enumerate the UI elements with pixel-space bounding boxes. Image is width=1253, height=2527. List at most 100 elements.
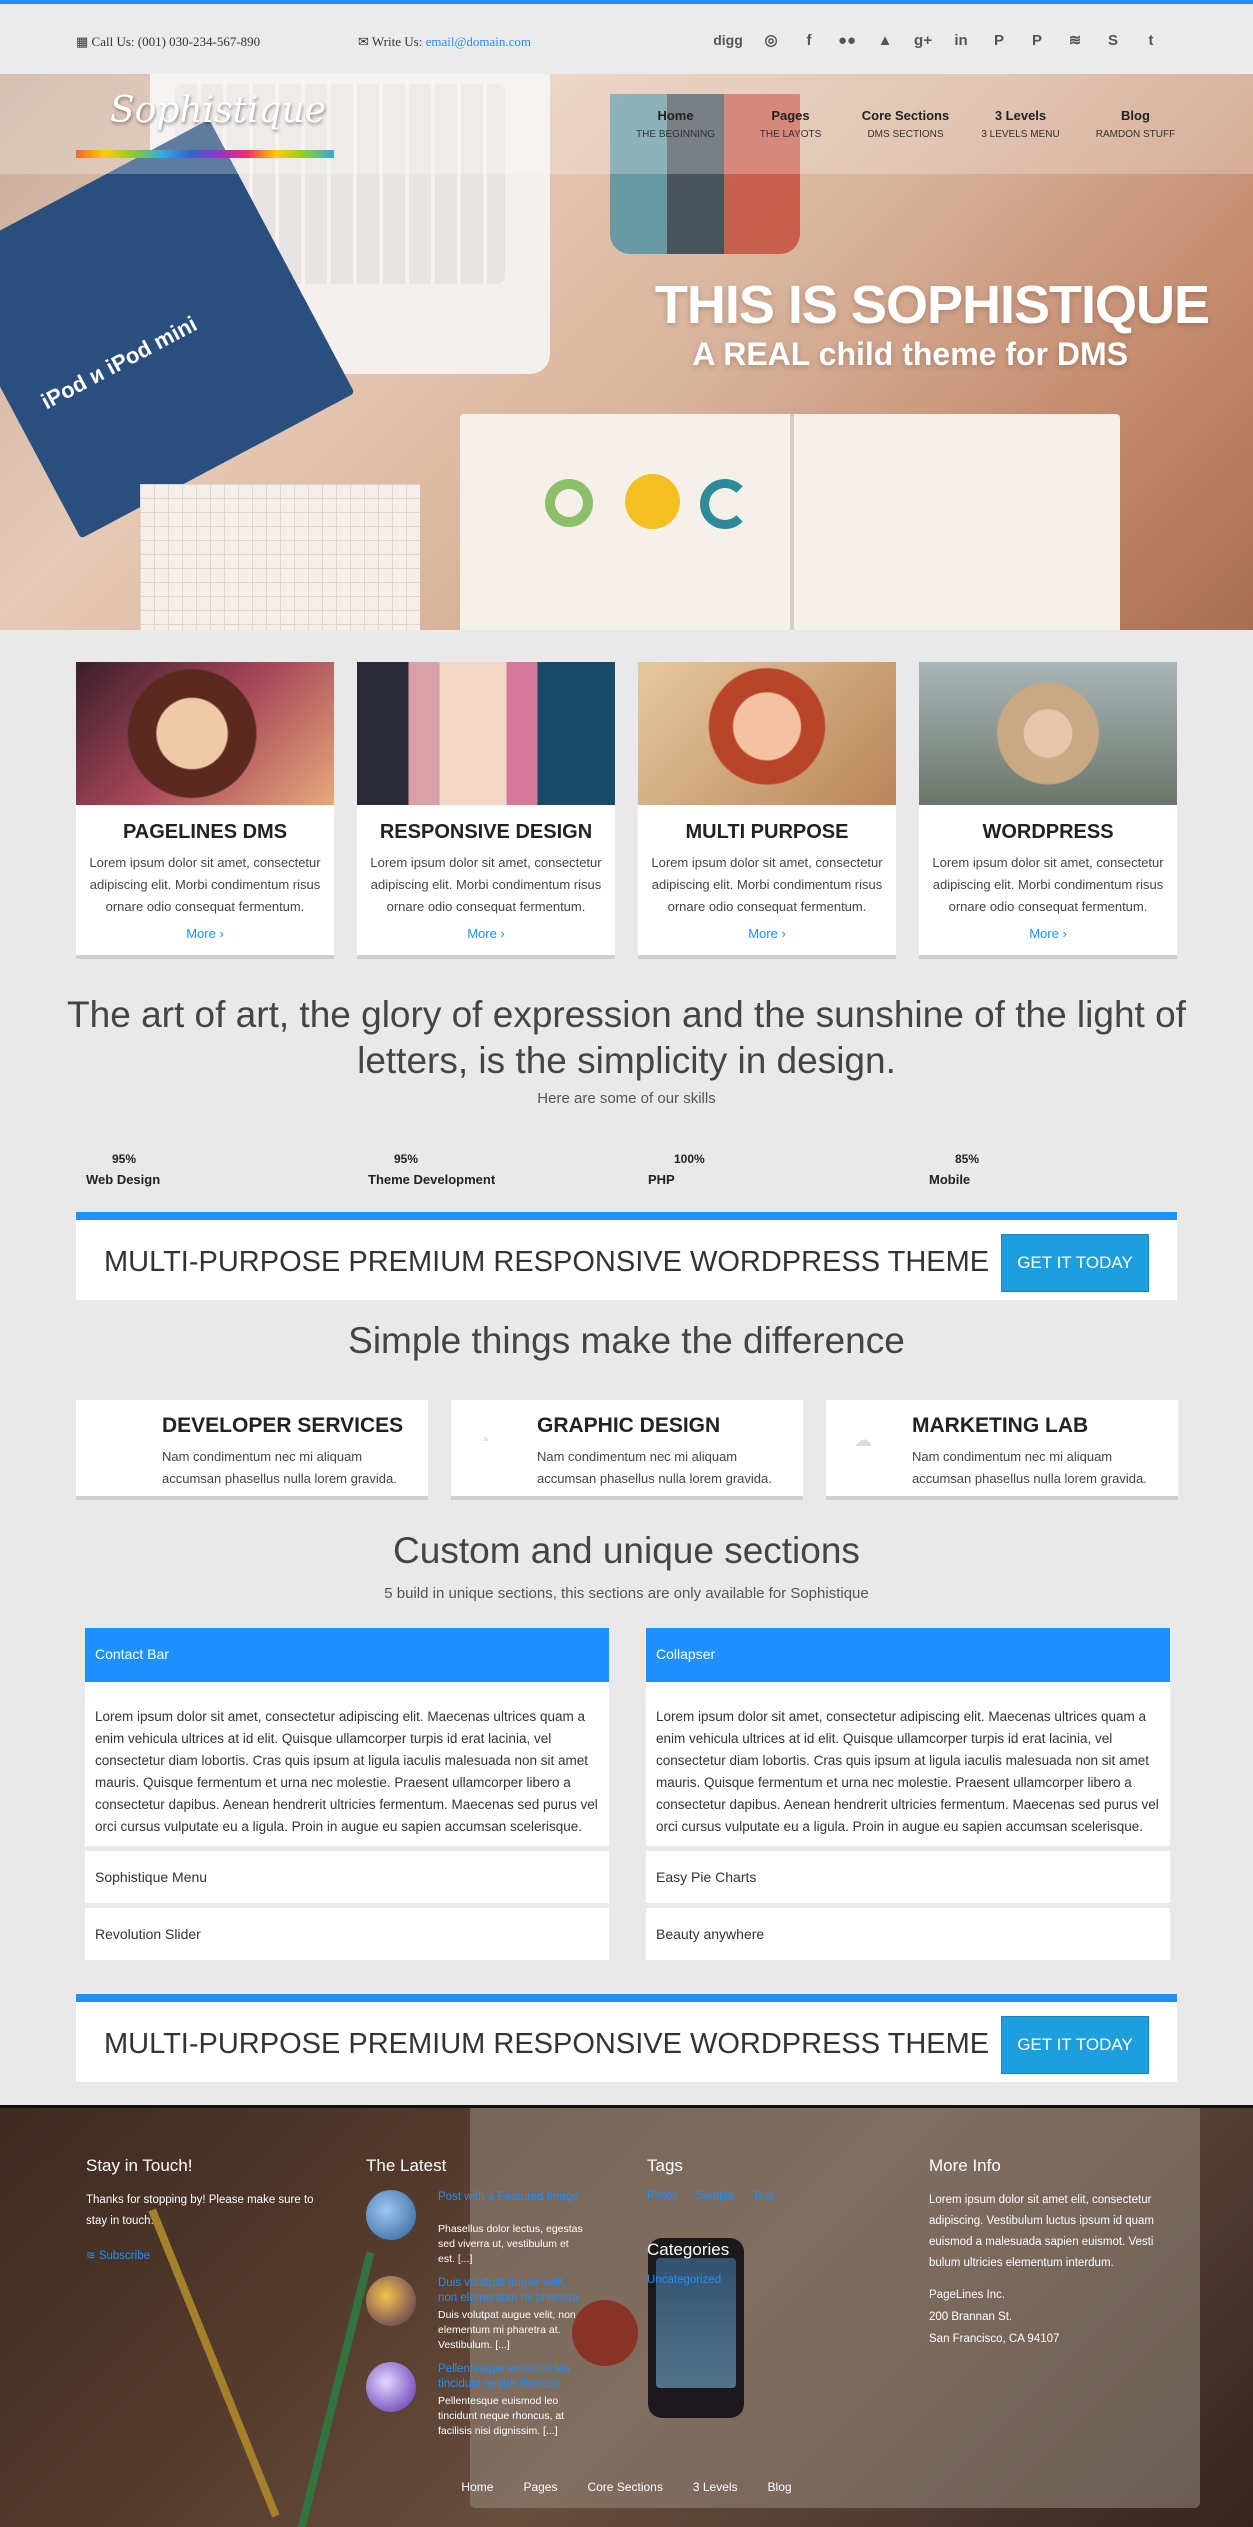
footer-nav-core-sections[interactable]: Core Sections (587, 2480, 662, 2494)
feature-card: WORDPRESS Lorem ipsum dolor sit amet, con… (919, 662, 1177, 959)
nav-subtitle: DMS SECTIONS (867, 129, 944, 140)
code-icon (104, 1430, 124, 1450)
latest-post[interactable]: Pellentesque euismod leo tincidunt neque… (366, 2362, 596, 2437)
service-text: Nam condimentum nec mi aliquam accumsan … (162, 1449, 397, 1486)
accordion-item-revolution-slider[interactable]: Revolution Slider (85, 1908, 609, 1960)
post-thumbnail (366, 2190, 416, 2240)
linkedin-icon[interactable]: in (949, 28, 973, 52)
service-title: DEVELOPER SERVICES (162, 1414, 404, 1437)
skill-percent: 85% (955, 1152, 980, 1166)
skype-icon[interactable]: S (1101, 28, 1125, 52)
book-spine (790, 414, 794, 630)
tag-link[interactable]: Photo (647, 2190, 677, 2202)
service-text: Nam condimentum nec mi aliquam accumsan … (912, 1449, 1147, 1486)
dribbble-icon[interactable]: ◎ (759, 28, 783, 52)
skill-item: 100% PHP (648, 1152, 705, 1187)
card-image (919, 662, 1177, 805)
envelope-icon: ✉ (358, 34, 372, 49)
footer-more-info: More Info Lorem ipsum dolor sit amet eli… (929, 2156, 1159, 2350)
nav-subtitle: RAMDON STUFF (1095, 129, 1176, 140)
card-image (357, 662, 615, 805)
hero-logo-teal (700, 479, 750, 529)
subscribe-link[interactable]: ≋ Subscribe (86, 2250, 150, 2262)
skills-subtitle: Here are some of our skills (537, 1090, 716, 1107)
more-link[interactable]: More › (76, 926, 334, 941)
footer-nav-blog[interactable]: Blog (768, 2480, 792, 2494)
more-link[interactable]: More › (638, 926, 896, 941)
social-links: digg ◎ f ●● ▲ g+ in P P ≋ St (711, 28, 1163, 52)
feature-card: MULTI PURPOSE Lorem ipsum dolor sit amet,… (638, 662, 896, 959)
latest-post[interactable]: Post with a Featured Image Phasellus dol… (366, 2190, 596, 2265)
nav-title: Home (657, 108, 694, 123)
nav-item-blog[interactable]: Blog RAMDON STUFF (1078, 108, 1193, 140)
service-box: ◔ GRAPHIC DESIGN Nam condimentum nec mi al… (451, 1400, 803, 1500)
quote: The art of art, the glory of expression … (67, 994, 1186, 1081)
facebook-icon[interactable]: f (797, 28, 821, 52)
accordion-right: Collapser Lorem ipsum dolor sit amet, co… (646, 1628, 1170, 1960)
digg-icon[interactable]: digg (711, 28, 745, 52)
latest-post[interactable]: Duis volutpat augue velit, non elementum… (366, 2276, 596, 2351)
lightbulb-icon: ◔ (479, 1430, 490, 1450)
get-it-today-button[interactable]: GET IT TODAY (1001, 2016, 1149, 2074)
skill-name: PHP (648, 1172, 675, 1187)
post-thumbnail (366, 2362, 416, 2412)
footer-stay-in-touch: Stay in Touch! Thanks for stopping by! P… (86, 2156, 326, 2267)
hero-title: THIS IS SOPHISTIQUE (654, 275, 1210, 335)
write-us: ✉ Write Us: email@domain.com (358, 34, 532, 49)
post-title[interactable]: Duis volutpat augue velit, non elementum… (438, 2276, 588, 2306)
accordion-item-sophistique-menu[interactable]: Sophistique Menu (85, 1851, 609, 1903)
card-text: Lorem ipsum dolor sit amet, consectetur … (370, 855, 602, 914)
nav-item-home[interactable]: Home THE BEGINNING (618, 108, 733, 140)
flickr-icon[interactable]: ●● (835, 28, 859, 52)
site-logo[interactable]: Sophistique (110, 90, 326, 131)
footer-text: Lorem ipsum dolor sit amet elit, consect… (929, 2194, 1155, 2269)
service-title: GRAPHIC DESIGN (537, 1414, 721, 1437)
more-link[interactable]: More › (357, 926, 615, 941)
hero-notepad (140, 484, 420, 630)
post-title[interactable]: Post with a Featured Image (438, 2190, 588, 2205)
accordion-item-beauty-anywhere[interactable]: Beauty anywhere (646, 1908, 1170, 1960)
skill-name: Theme Development (368, 1172, 496, 1187)
feature-card: RESPONSIVE DESIGN Lorem ipsum dolor sit a… (357, 662, 615, 959)
tag-link[interactable]: Test (753, 2190, 774, 2202)
paypal-icon[interactable]: P (987, 28, 1011, 52)
delicious-icon[interactable]: ▲ (873, 28, 897, 52)
footer-nav-3-levels[interactable]: 3 Levels (693, 2480, 738, 2494)
footer-nav-home[interactable]: Home (461, 2480, 493, 2494)
nav-title: Core Sections (861, 108, 950, 123)
accordion-item-easy-pie-charts[interactable]: Easy Pie Charts (646, 1851, 1170, 1903)
footer: Stay in Touch! Thanks for stopping by! P… (0, 2105, 1253, 2527)
card-title: MULTI PURPOSE (685, 821, 849, 843)
footer-nav: Home Pages Core Sections 3 Levels Blog (0, 2480, 1253, 2494)
twitter-icon[interactable]: t (1139, 28, 1163, 52)
nav-item-3-levels[interactable]: 3 Levels 3 LEVELS MENU (963, 108, 1078, 140)
card-title: WORDPRESS (982, 821, 1114, 843)
skill-percent: 95% (112, 1152, 137, 1166)
google-plus-icon[interactable]: g+ (911, 28, 935, 52)
post-excerpt: Phasellus dolor lectus, egestas sed vive… (438, 2223, 583, 2265)
promo-bar: MULTI-PURPOSE PREMIUM RESPONSIVE WORDPRE… (76, 1994, 1177, 2082)
post-title[interactable]: Pellentesque euismod leo tincidunt neque… (438, 2362, 588, 2392)
nav-item-core-sections[interactable]: Core Sections DMS SECTIONS (848, 108, 963, 140)
pinterest-icon[interactable]: P (1025, 28, 1049, 52)
get-it-today-button[interactable]: GET IT TODAY (1001, 1234, 1149, 1292)
footer-nav-pages[interactable]: Pages (523, 2480, 557, 2494)
address: PageLines Inc. 200 Brannan St. San Franc… (929, 2289, 1060, 2345)
accordion-header-contact-bar[interactable]: Contact Bar (85, 1628, 609, 1682)
tag-link[interactable]: Sample (696, 2190, 735, 2202)
accordion-body: Lorem ipsum dolor sit amet, consectetur … (85, 1682, 609, 1846)
custom-heading: Custom and unique sections (393, 1530, 860, 1571)
accordion-header-collapser[interactable]: Collapser (646, 1628, 1170, 1682)
skill-name: Mobile (929, 1172, 971, 1187)
nav-item-pages[interactable]: Pages THE LAYOTS (733, 108, 848, 140)
custom-subtitle: 5 build in unique sections, this section… (384, 1585, 869, 1602)
service-text: Nam condimentum nec mi aliquam accumsan … (537, 1449, 772, 1486)
more-link[interactable]: More › (919, 926, 1177, 941)
cloud-icon: ☁ (854, 1430, 872, 1450)
nav-title: Pages (771, 108, 810, 123)
rss-icon[interactable]: ≋ (1063, 28, 1087, 52)
category-link[interactable]: Uncategorized (647, 2274, 721, 2286)
nav-subtitle: THE LAYOTS (759, 129, 822, 140)
email-link[interactable]: email@domain.com (426, 34, 531, 49)
post-thumbnail (366, 2276, 416, 2326)
